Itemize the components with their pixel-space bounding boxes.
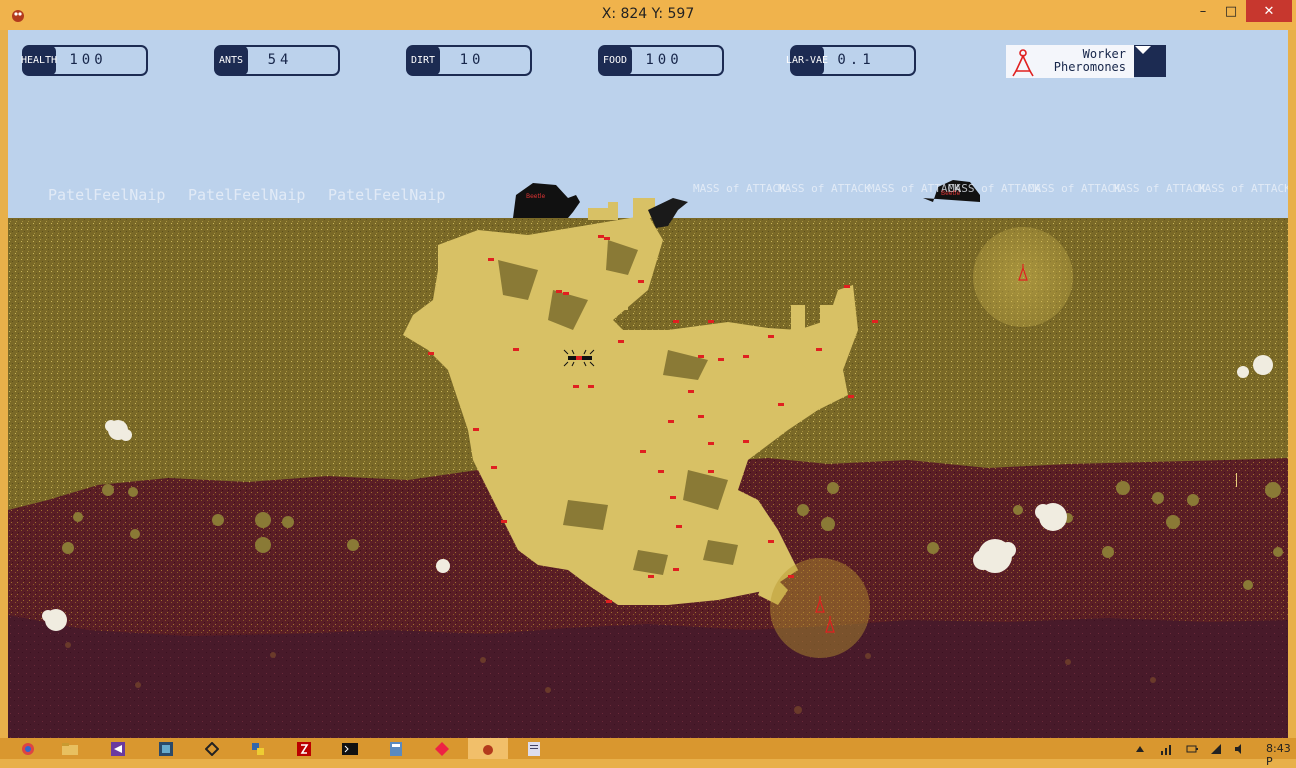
dirt-value: 10 (459, 52, 485, 68)
surface-sign: PatelFeelNaip (48, 186, 166, 204)
show-hidden-icons-icon[interactable] (1130, 738, 1150, 759)
world-map[interactable] (8, 30, 1288, 738)
git-icon[interactable] (422, 738, 462, 759)
beetle-label: Beetle (526, 193, 546, 200)
surface-sign: MASS of ATTACK (778, 182, 871, 195)
surface-sign: PatelFeelNaip (328, 186, 446, 204)
calculator-icon[interactable] (376, 738, 416, 759)
pheromone-zone-2[interactable] (770, 558, 870, 658)
pycharm-icon[interactable] (146, 738, 186, 759)
ants-value: 54 (267, 52, 293, 68)
filezilla-icon[interactable] (284, 738, 324, 759)
battery-icon[interactable] (1182, 738, 1202, 759)
notepad-icon[interactable] (514, 738, 554, 759)
surface-sign: MASS of ATTACK (1113, 182, 1206, 195)
marker-tick (1236, 473, 1237, 487)
wifi-icon[interactable] (1206, 738, 1226, 759)
health-label: HEALTH (20, 54, 58, 66)
pheromone-label: Worker Pheromones (1040, 48, 1126, 74)
larvae-value: 0.1 (837, 52, 875, 68)
python-icon[interactable] (238, 738, 278, 759)
minimize-button[interactable]: – (1190, 0, 1216, 22)
dirt-label: DIRT (410, 54, 436, 66)
chrome-icon[interactable] (8, 738, 48, 759)
surface-sign: PatelFeelNaip (188, 186, 306, 204)
close-button[interactable]: ✕ (1246, 0, 1292, 22)
visual-studio-icon[interactable] (98, 738, 138, 759)
pheromone-icon (1012, 49, 1034, 77)
larvae-label: LAR- VAE (786, 47, 828, 74)
larvae-label-line1: LAR- (785, 54, 811, 66)
surface-sign: MASS of ATTACK (693, 182, 786, 195)
surface-sign: MASS of ATTACK (948, 182, 1041, 195)
pheromone-line2: Pheromones (1053, 60, 1126, 74)
volume-icon[interactable] (1230, 738, 1250, 759)
beetle-label: Beetle (941, 190, 961, 197)
pheromone-line1: Worker (1082, 47, 1126, 61)
maximize-button[interactable]: □ (1218, 0, 1244, 22)
food-value: 100 (645, 52, 683, 68)
network-icon[interactable] (1156, 738, 1176, 759)
window-title: X: 824 Y: 597 (601, 6, 695, 22)
game-canvas[interactable]: PatelFeelNaip PatelFeelNaip PatelFeelNai… (8, 30, 1288, 738)
health-value: 100 (69, 52, 107, 68)
surface-sign: MASS of ATTACK (1028, 182, 1121, 195)
file-explorer-icon[interactable] (50, 738, 90, 759)
chevron-down-icon (1135, 46, 1151, 54)
food-label: FOOD (602, 54, 628, 66)
ants-label: ANTS (218, 54, 244, 66)
unity-icon[interactable] (192, 738, 232, 759)
terminal-icon[interactable] (330, 738, 370, 759)
title-bar[interactable]: X: 824 Y: 597 – □ ✕ (0, 0, 1296, 30)
surface-sign: MASS of ATTACK (1198, 182, 1288, 195)
game-window: X: 824 Y: 597 – □ ✕ PatelFeelNaip PatelF… (0, 0, 1296, 768)
taskbar: 8:43 P (0, 738, 1296, 768)
taskbar-clock[interactable]: 8:43 P (1266, 742, 1296, 768)
pheromone-zone-1[interactable] (973, 227, 1073, 327)
ant-game-icon[interactable] (468, 738, 508, 759)
pheromone-dropdown-button[interactable] (1134, 45, 1166, 77)
pheromone-selector[interactable]: Worker Pheromones (1006, 45, 1166, 78)
